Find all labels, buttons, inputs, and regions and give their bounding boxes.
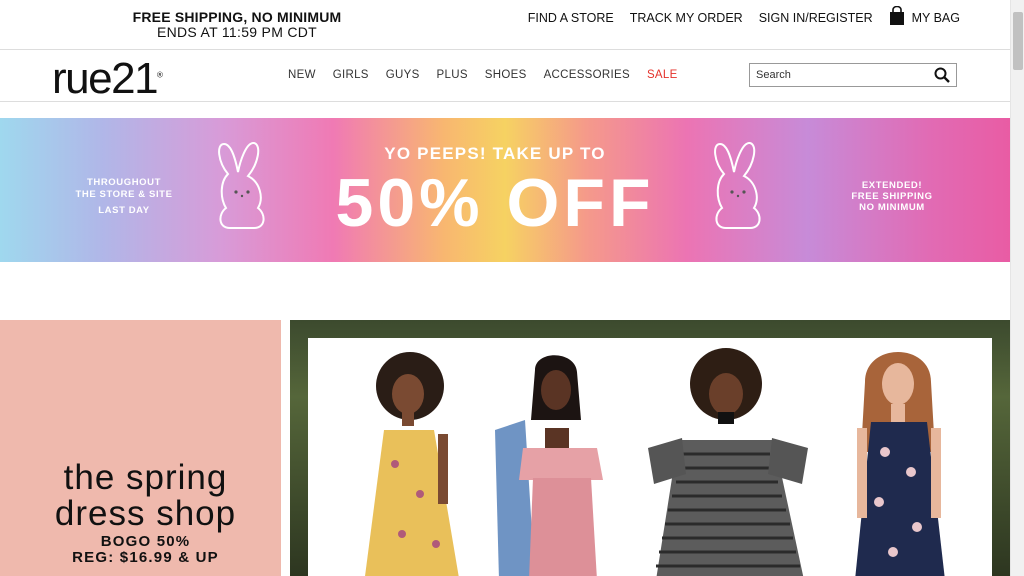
hero-headline: YO PEEPS! TAKE UP TO	[384, 144, 606, 163]
dress-shop-bogo: BOGO 50%	[100, 533, 191, 550]
nav-sale[interactable]: SALE	[647, 69, 678, 81]
logo-text: rue21	[52, 54, 159, 103]
my-bag-label: MY BAG	[911, 11, 960, 25]
scrollbar-thumb[interactable]	[1013, 12, 1023, 70]
hero-left-text: THROUGHOUT THE STORE & SITE LAST DAY	[64, 177, 184, 217]
nav-girls[interactable]: GIRLS	[333, 69, 369, 81]
nav-plus[interactable]: PLUS	[437, 69, 468, 81]
my-bag-link[interactable]: MY BAG	[889, 5, 960, 25]
search-box	[749, 63, 957, 87]
search-input[interactable]	[750, 64, 930, 86]
promo-line-1: FREE SHIPPING, NO MINIMUM	[132, 9, 342, 25]
promo-line-2: ENDS AT 11:59 PM CDT	[156, 24, 318, 40]
nav-new[interactable]: NEW	[288, 69, 316, 81]
main-header: rue21® NEW GIRLS GUYS PLUS SHOES ACCESSO…	[0, 50, 1010, 104]
hero-banner[interactable]: THROUGHOUT THE STORE & SITE LAST DAY YO …	[0, 118, 1010, 262]
nav-accessories[interactable]: ACCESSORIES	[544, 69, 630, 81]
top-bar: FREE SHIPPING, NO MINIMUM ENDS AT 11:59 …	[0, 0, 1010, 50]
bag-icon	[889, 5, 905, 25]
model-yellow-dress	[365, 352, 459, 576]
model-striped-dress	[648, 348, 808, 576]
shipping-promo[interactable]: FREE SHIPPING, NO MINIMUM ENDS AT 11:59 …	[128, 10, 346, 40]
dress-shop-reg-price: REG: $16.99 & UP	[72, 549, 219, 566]
bunny-icon	[714, 142, 761, 229]
dress-shop-title: the spring dress shop	[0, 460, 291, 532]
logo-registered-mark: ®	[157, 70, 163, 80]
hero-discount: 50% OFF	[335, 165, 655, 241]
search-icon[interactable]	[934, 67, 950, 88]
sign-in-link[interactable]: SIGN IN/REGISTER	[759, 11, 873, 25]
utility-nav: FIND A STORE TRACK MY ORDER SIGN IN/REGI…	[528, 5, 960, 25]
rue21-logo[interactable]: rue21®	[52, 54, 163, 104]
dress-models-photo[interactable]	[290, 320, 1010, 576]
nav-guys[interactable]: GUYS	[386, 69, 420, 81]
bunny-icon	[218, 142, 265, 229]
hero-left-line-1: THROUGHOUT	[86, 177, 162, 188]
hero-left-line-3: LAST DAY	[98, 205, 150, 216]
dress-shop-title-1: the spring	[63, 458, 228, 497]
hero-right-line-1: EXTENDED!	[861, 180, 923, 191]
hero-right-line-2: FREE SHIPPING	[851, 191, 933, 202]
nav-shoes[interactable]: SHOES	[485, 69, 527, 81]
dress-shop-title-2: dress shop	[54, 494, 237, 533]
find-store-link[interactable]: FIND A STORE	[528, 11, 614, 25]
model-navy-floral-dress	[855, 352, 945, 576]
hero-right-text: EXTENDED! FREE SHIPPING NO MINIMUM	[832, 180, 952, 213]
main-nav: NEW GIRLS GUYS PLUS SHOES ACCESSORIES SA…	[288, 69, 678, 81]
track-order-link[interactable]: TRACK MY ORDER	[630, 11, 743, 25]
page: FREE SHIPPING, NO MINIMUM ENDS AT 11:59 …	[0, 0, 1010, 576]
model-pink-dress	[495, 355, 603, 576]
hero-right-line-3: NO MINIMUM	[859, 202, 925, 213]
page-scrollbar[interactable]	[1010, 0, 1024, 576]
dress-shop-panel[interactable]: the spring dress shop BOGO 50% REG: $16.…	[0, 320, 281, 576]
dress-shop-offer: BOGO 50% REG: $16.99 & UP	[0, 534, 291, 566]
hero-left-line-2: THE STORE & SITE	[75, 189, 173, 200]
